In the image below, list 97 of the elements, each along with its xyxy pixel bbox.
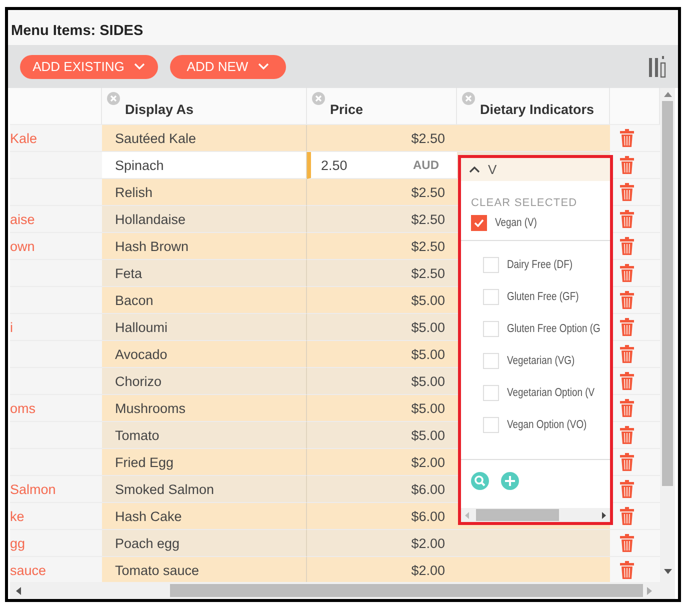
option-label: Vegan (V) bbox=[495, 217, 537, 229]
table-cell: $5.00 bbox=[307, 368, 457, 395]
option-label: Vegetarian (VG) bbox=[507, 355, 575, 367]
table-cell: Hash Cake bbox=[102, 503, 307, 530]
trash-icon[interactable] bbox=[620, 399, 634, 417]
trash-icon[interactable] bbox=[620, 372, 634, 390]
table-cell: $5.00 bbox=[307, 422, 457, 449]
table-cell: $5.00 bbox=[307, 395, 457, 422]
table-cell: sauce bbox=[10, 557, 102, 582]
trash-icon[interactable] bbox=[620, 561, 634, 579]
chevron-down-icon bbox=[134, 63, 146, 70]
chevron-up-icon bbox=[469, 166, 480, 173]
table-cell: Kale bbox=[10, 125, 102, 152]
option-label: Dairy Free (DF) bbox=[507, 259, 572, 271]
table-cell: $5.00 bbox=[307, 287, 457, 314]
table-cell: Fried Egg bbox=[102, 449, 307, 476]
scroll-up-icon[interactable] bbox=[664, 92, 672, 97]
remove-column-icon[interactable] bbox=[462, 92, 475, 105]
remove-column-icon[interactable] bbox=[312, 92, 325, 105]
header-cell[interactable]: Price bbox=[307, 88, 457, 125]
table-cell: $2.00 bbox=[307, 557, 457, 582]
table-cell: Salmon bbox=[10, 476, 102, 503]
column-header: Display As bbox=[125, 102, 194, 116]
table-cell: $5.00 bbox=[307, 341, 457, 368]
add-icon[interactable] bbox=[501, 472, 519, 490]
scrollbar-thumb[interactable] bbox=[170, 584, 643, 597]
table-cell: Poach egg bbox=[102, 530, 307, 557]
option-label: Gluten Free Option (G bbox=[507, 323, 600, 335]
scrollbar-thumb[interactable] bbox=[476, 509, 559, 521]
scrollbar[interactable] bbox=[10, 582, 660, 599]
table-cell: ke bbox=[10, 503, 102, 530]
scroll-left-icon[interactable] bbox=[16, 586, 21, 594]
table-cell: oms bbox=[10, 395, 102, 422]
trash-icon[interactable] bbox=[620, 291, 634, 309]
trash-icon[interactable] bbox=[620, 480, 634, 498]
table-cell: Tomato bbox=[102, 422, 307, 449]
trash-icon[interactable] bbox=[620, 507, 634, 525]
trash-icon[interactable] bbox=[620, 129, 634, 147]
option-label: Vegetarian Option (V bbox=[507, 387, 595, 399]
table-cell: Chorizo bbox=[102, 368, 307, 395]
option-label: Gluten Free (GF) bbox=[507, 291, 579, 303]
scroll-down-icon[interactable] bbox=[664, 569, 672, 574]
column-header: Dietary Indicators bbox=[480, 102, 594, 116]
table-cell: Spinach bbox=[102, 152, 307, 179]
table-cell: Relish bbox=[102, 179, 307, 206]
table-cell: $2.50 bbox=[307, 233, 457, 260]
dropdown-field[interactable]: V bbox=[461, 158, 610, 181]
table-cell: own bbox=[10, 233, 102, 260]
table-cell: gg bbox=[10, 530, 102, 557]
trash-icon[interactable] bbox=[620, 156, 634, 174]
trash-icon[interactable] bbox=[620, 210, 634, 228]
trash-icon[interactable] bbox=[620, 237, 634, 255]
columns-icon[interactable] bbox=[649, 56, 666, 78]
trash-icon[interactable] bbox=[620, 534, 634, 552]
header-cell[interactable]: Display As bbox=[102, 88, 307, 125]
table-cell: Smoked Salmon bbox=[102, 476, 307, 503]
table-cell: Bacon bbox=[102, 287, 307, 314]
remove-column-icon[interactable] bbox=[107, 92, 120, 105]
scrollbar[interactable] bbox=[461, 508, 610, 522]
column-header: Price bbox=[330, 102, 364, 116]
table-cell: $2.50 bbox=[307, 260, 457, 287]
currency-label: AUD bbox=[413, 158, 439, 172]
checkbox[interactable] bbox=[471, 215, 487, 231]
table-cell: $2.50 bbox=[307, 179, 457, 206]
table-cell: Sautéed Kale bbox=[102, 125, 307, 152]
table-cell: $2.00 bbox=[307, 449, 457, 476]
table-cell: Mushrooms bbox=[102, 395, 307, 422]
trash-icon[interactable] bbox=[620, 426, 634, 444]
table-cell: $5.00 bbox=[307, 314, 457, 341]
table-cell: i bbox=[10, 314, 102, 341]
scroll-right-icon[interactable] bbox=[602, 512, 606, 518]
search-icon[interactable] bbox=[471, 472, 489, 490]
page-title: Menu Items: SIDES bbox=[11, 22, 144, 38]
trash-icon[interactable] bbox=[620, 183, 634, 201]
table-cell: Feta bbox=[102, 260, 307, 287]
table-cell: $6.00 bbox=[307, 503, 457, 530]
table-cell: $2.00 bbox=[307, 530, 457, 557]
trash-icon[interactable] bbox=[620, 453, 634, 471]
trash-icon[interactable] bbox=[620, 264, 634, 282]
table-cell: aise bbox=[10, 206, 102, 233]
check-icon bbox=[474, 219, 484, 227]
table-cell: Tomato sauce bbox=[102, 557, 307, 582]
scrollbar-thumb[interactable] bbox=[662, 101, 673, 486]
option-label: Vegan Option (VO) bbox=[507, 419, 587, 431]
header-cell[interactable]: Dietary Indicators bbox=[457, 88, 610, 125]
table-cell: Hollandaise bbox=[102, 206, 307, 233]
scrollbar[interactable] bbox=[660, 88, 675, 582]
price-input[interactable]: 2.50 AUD bbox=[307, 152, 457, 179]
trash-icon[interactable] bbox=[620, 318, 634, 336]
chevron-down-icon bbox=[258, 63, 270, 70]
table-cell: Avocado bbox=[102, 341, 307, 368]
table-cell: Hash Brown bbox=[102, 233, 307, 260]
table-cell: Halloumi bbox=[102, 314, 307, 341]
table-cell: $2.50 bbox=[307, 125, 457, 152]
table-cell: $2.50 bbox=[307, 206, 457, 233]
trash-icon[interactable] bbox=[620, 345, 634, 363]
table-cell: $6.00 bbox=[307, 476, 457, 503]
